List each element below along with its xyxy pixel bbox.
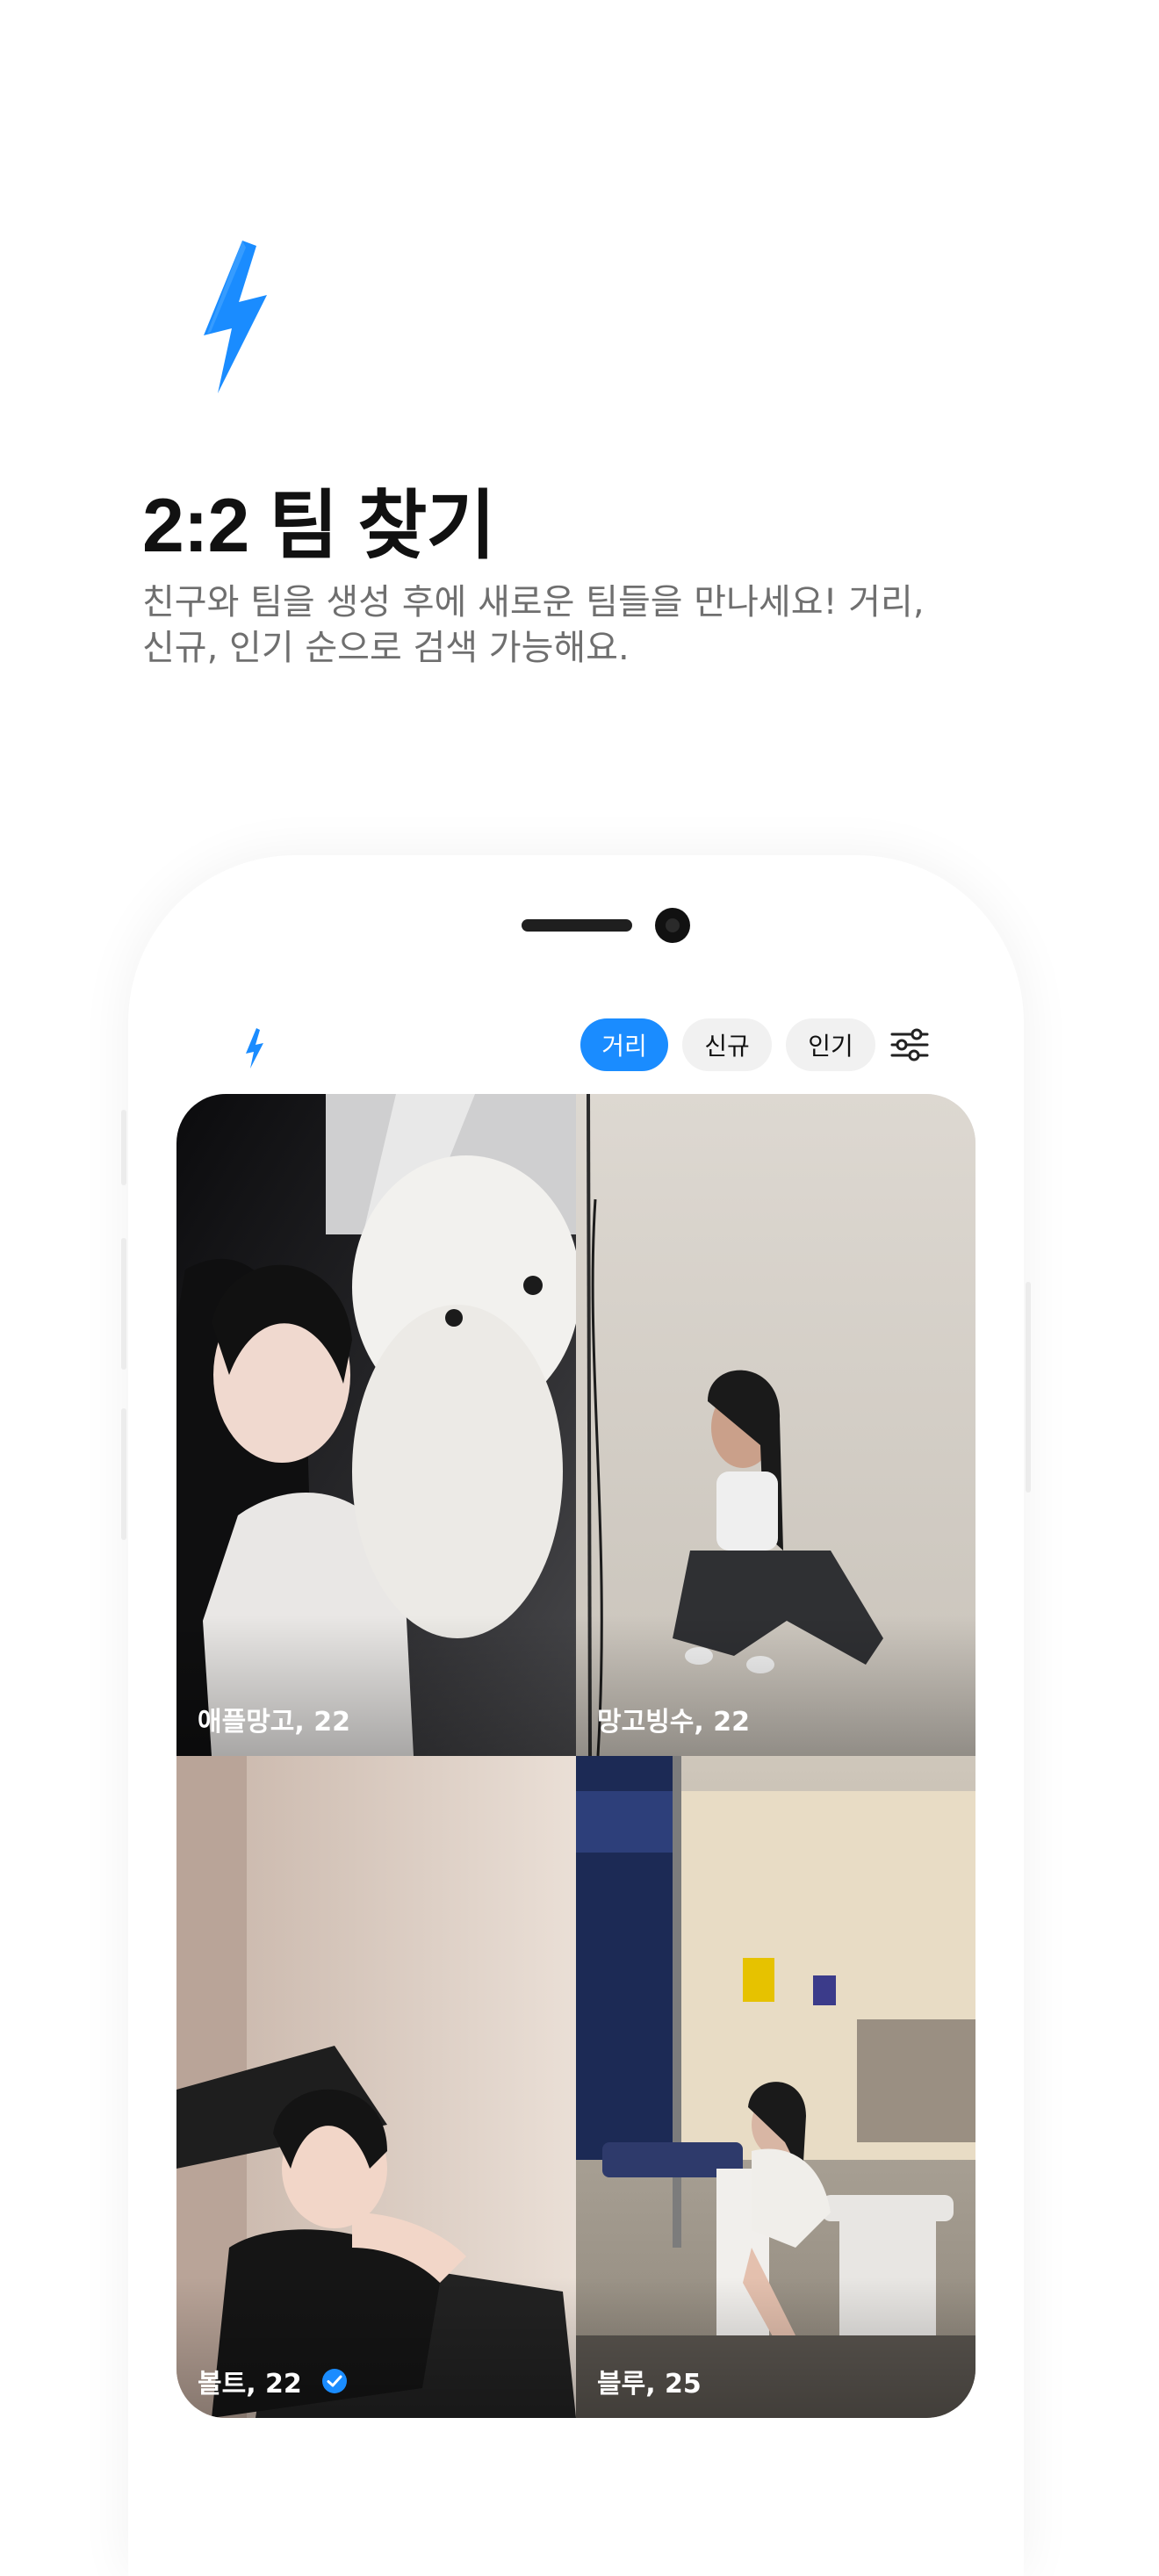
sort-chip-popular[interactable]: 인기 — [786, 1018, 875, 1071]
phone-volume-up-button — [121, 1238, 126, 1370]
verified-badge-icon — [321, 2369, 347, 2393]
subtitle-line-2: 신규, 인기 순으로 검색 가능해요. — [142, 628, 630, 668]
profile-caption: 볼트, 22 — [198, 2362, 348, 2400]
sort-chip-distance-label: 거리 — [601, 1032, 647, 1061]
page-subtitle: 친구와 팀을 생성 후에 새로운 팀들을 만나세요! 거리, 신규, 인기 순으… — [142, 579, 1020, 671]
phone-mockup: 거리 신규 인기 애플망고, 22 망고빙수, 22 볼트, 22 블루, 25 — [121, 855, 1031, 2576]
profile-name-age: 볼트, 22 — [198, 2369, 302, 2400]
profile-caption: 망고빙수, 22 — [597, 1700, 750, 1738]
profile-card-2[interactable]: 망고빙수, 22 — [576, 1094, 975, 1756]
profile-card-4[interactable]: 블루, 25 — [576, 1756, 975, 2418]
sliders-icon[interactable] — [890, 1027, 929, 1062]
profile-name-age: 애플망고, 22 — [198, 1707, 350, 1738]
sort-chip-popular-label: 인기 — [808, 1032, 853, 1061]
sort-chip-new[interactable]: 신규 — [682, 1018, 772, 1071]
app-logo-icon — [246, 1028, 263, 1069]
subtitle-line-1: 친구와 팀을 생성 후에 새로운 팀들을 만나세요! 거리, — [142, 582, 925, 622]
phone-speaker — [522, 919, 632, 932]
profile-card-1[interactable]: 애플망고, 22 — [176, 1094, 576, 1756]
lightning-bolt-icon — [204, 241, 267, 393]
phone-camera — [655, 908, 690, 943]
profile-name-age: 망고빙수, 22 — [597, 1707, 750, 1738]
profile-caption: 애플망고, 22 — [198, 1700, 350, 1738]
profile-name-age: 블루, 25 — [597, 2369, 702, 2400]
page-title: 2:2 팀 찾기 — [142, 484, 495, 568]
profile-card-3[interactable]: 볼트, 22 — [176, 1756, 576, 2418]
phone-side-button — [121, 1110, 126, 1185]
profile-grid: 애플망고, 22 망고빙수, 22 볼트, 22 블루, 25 — [176, 1094, 975, 2418]
sort-chip-new-label: 신규 — [704, 1032, 750, 1061]
sort-chip-distance[interactable]: 거리 — [580, 1018, 668, 1071]
phone-volume-down-button — [121, 1408, 126, 1540]
profile-caption: 블루, 25 — [597, 2362, 702, 2400]
phone-power-button — [1026, 1282, 1031, 1493]
